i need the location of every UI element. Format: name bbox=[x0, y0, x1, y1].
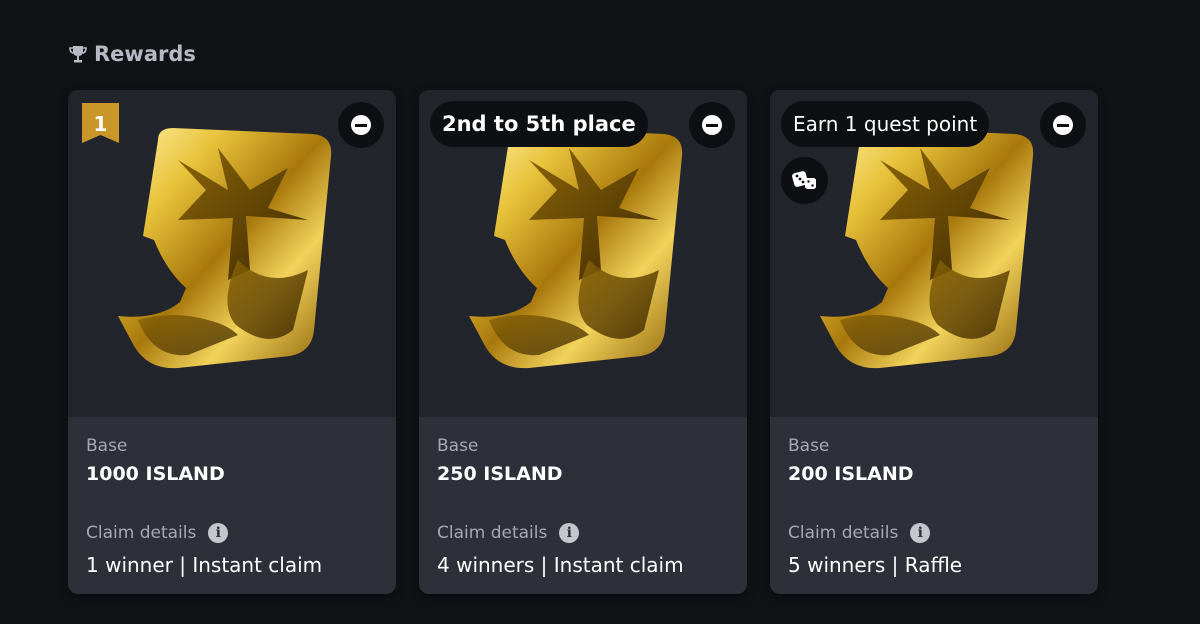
reward-card: 2nd to 5th place Base 250 ISLAND Claim d… bbox=[419, 90, 747, 594]
reward-image: 2nd to 5th place bbox=[419, 90, 747, 417]
island-token-image bbox=[469, 120, 699, 370]
base-label: Base bbox=[86, 436, 128, 456]
base-label: Base bbox=[788, 436, 830, 456]
reward-amount: 250 ISLAND bbox=[437, 463, 563, 485]
remove-button[interactable] bbox=[338, 102, 384, 148]
remove-button[interactable] bbox=[689, 102, 735, 148]
claim-details-label: Claim details bbox=[86, 523, 197, 543]
section-title: Rewards bbox=[94, 42, 196, 66]
dice-icon[interactable] bbox=[781, 157, 828, 204]
base-label: Base bbox=[437, 436, 479, 456]
minus-icon bbox=[351, 115, 371, 135]
island-token-image bbox=[118, 120, 348, 370]
info-icon[interactable]: i bbox=[208, 523, 229, 543]
claim-details-label: Claim details bbox=[437, 523, 548, 543]
rank-badge-label: 1 bbox=[93, 112, 108, 136]
reward-card: Earn 1 quest point Base 200 ISLAND Claim… bbox=[770, 90, 1098, 594]
reward-card: 1 Base 1000 ISLAND Claim details i 1 win… bbox=[68, 90, 396, 594]
rewards-header: Rewards bbox=[68, 42, 196, 66]
claim-details-value: 5 winners | Raffle bbox=[788, 553, 963, 577]
info-icon[interactable]: i bbox=[559, 523, 580, 543]
minus-icon bbox=[702, 115, 722, 135]
quest-point-pill: Earn 1 quest point bbox=[781, 101, 990, 147]
minus-icon bbox=[1053, 115, 1073, 135]
island-token-image bbox=[820, 120, 1050, 370]
claim-details-value: 1 winner | Instant claim bbox=[86, 553, 323, 577]
info-icon[interactable]: i bbox=[910, 523, 931, 543]
trophy-icon bbox=[69, 46, 87, 63]
reward-amount: 1000 ISLAND bbox=[86, 463, 225, 485]
remove-button[interactable] bbox=[1040, 102, 1086, 148]
reward-image: 1 bbox=[68, 90, 396, 417]
reward-amount: 200 ISLAND bbox=[788, 463, 914, 485]
claim-details-label: Claim details bbox=[788, 523, 899, 543]
rank-badge: 1 bbox=[82, 103, 119, 149]
claim-details-value: 4 winners | Instant claim bbox=[437, 553, 684, 577]
placement-pill: 2nd to 5th place bbox=[430, 101, 648, 147]
reward-image: Earn 1 quest point bbox=[770, 90, 1098, 417]
